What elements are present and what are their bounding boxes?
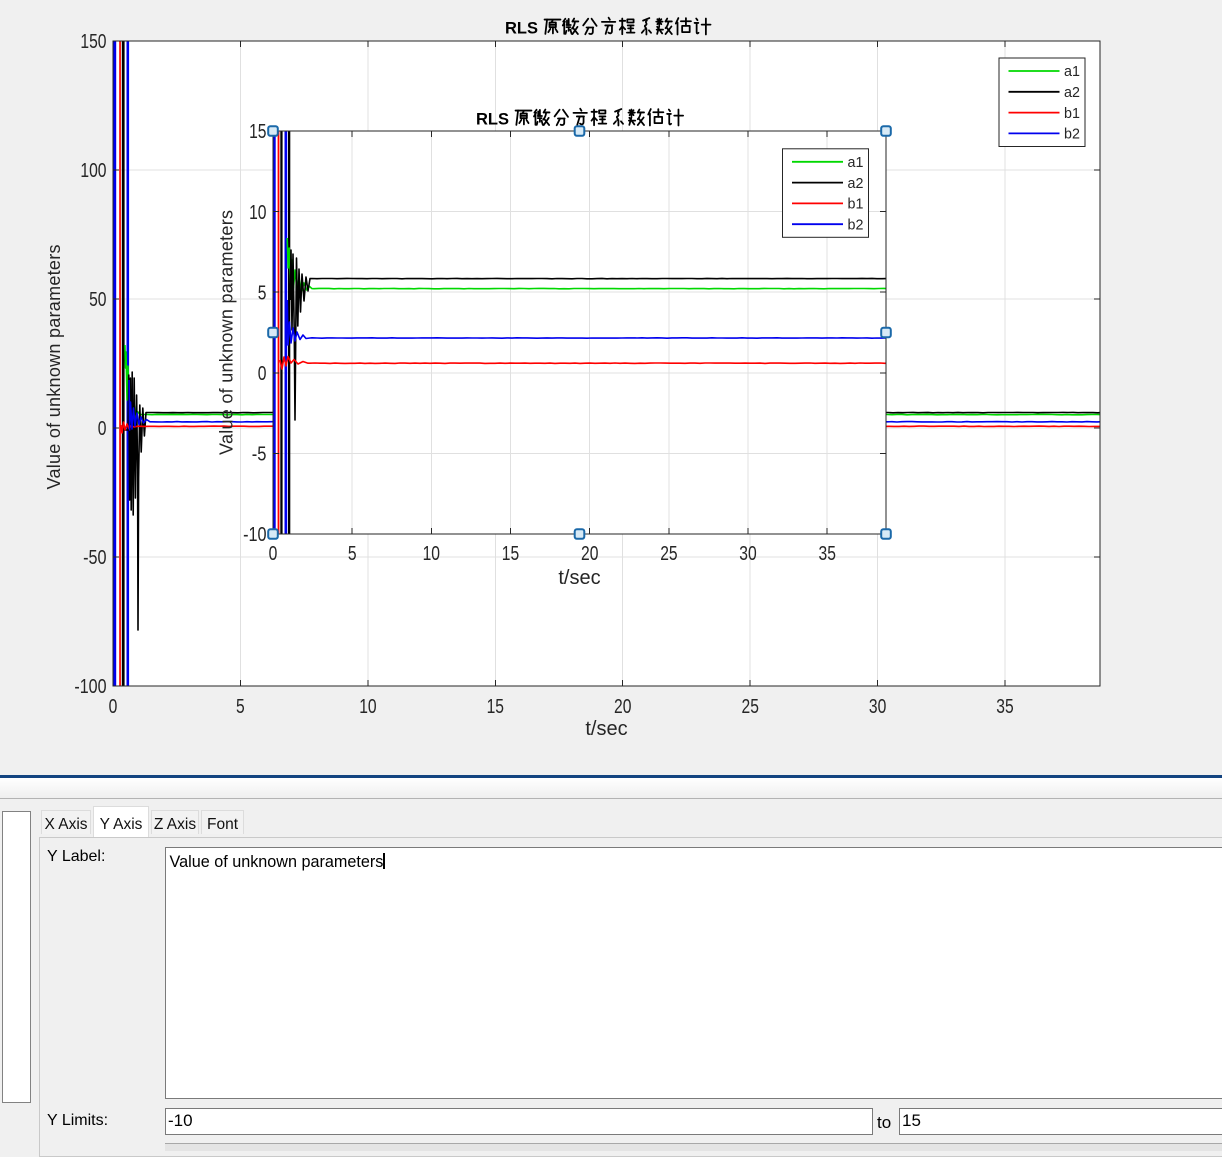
svg-text:b2: b2 xyxy=(848,217,864,233)
svg-text:0: 0 xyxy=(98,418,107,440)
svg-text:15: 15 xyxy=(249,121,266,143)
svg-text:10: 10 xyxy=(359,696,376,718)
svg-text:0: 0 xyxy=(269,543,278,565)
svg-text:t/sec: t/sec xyxy=(558,567,600,589)
svg-text:10: 10 xyxy=(423,543,440,565)
svg-text:RLS: RLS xyxy=(505,20,538,38)
svg-text:30: 30 xyxy=(869,696,886,718)
svg-text:t/sec: t/sec xyxy=(585,718,627,740)
svg-text:Value of unknown parameters: Value of unknown parameters xyxy=(217,210,237,455)
svg-text:a2: a2 xyxy=(1064,85,1080,101)
svg-text:50: 50 xyxy=(89,289,106,311)
svg-text:5: 5 xyxy=(348,543,357,565)
svg-text:0: 0 xyxy=(109,696,118,718)
svg-text:b2: b2 xyxy=(1064,127,1080,143)
svg-text:35: 35 xyxy=(996,696,1013,718)
svg-text:35: 35 xyxy=(819,543,836,565)
svg-text:b1: b1 xyxy=(1064,106,1080,122)
svg-text:a2: a2 xyxy=(848,176,864,192)
svg-text:30: 30 xyxy=(739,543,756,565)
svg-text:-100: -100 xyxy=(74,676,106,698)
svg-text:20: 20 xyxy=(614,696,631,718)
svg-text:100: 100 xyxy=(80,160,106,182)
svg-text:25: 25 xyxy=(742,696,759,718)
svg-text:10: 10 xyxy=(249,202,266,224)
svg-text:25: 25 xyxy=(660,543,677,565)
svg-text:a1: a1 xyxy=(848,155,864,171)
svg-text:-10: -10 xyxy=(243,524,266,546)
svg-text:150: 150 xyxy=(80,31,106,53)
svg-text:5: 5 xyxy=(258,282,267,304)
svg-text:RLS: RLS xyxy=(476,111,509,129)
svg-text:Value of unknown parameters: Value of unknown parameters xyxy=(44,245,64,490)
svg-text:0: 0 xyxy=(258,363,267,385)
svg-text:-5: -5 xyxy=(252,444,267,466)
svg-text:a1: a1 xyxy=(1064,64,1080,80)
svg-text:5: 5 xyxy=(236,696,245,718)
svg-text:15: 15 xyxy=(487,696,504,718)
svg-text:-50: -50 xyxy=(83,547,106,569)
svg-text:b1: b1 xyxy=(848,197,864,213)
svg-text:15: 15 xyxy=(502,543,519,565)
svg-text:20: 20 xyxy=(581,543,598,565)
